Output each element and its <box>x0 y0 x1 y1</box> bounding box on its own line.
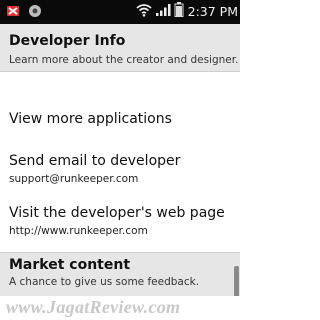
watermark-text: www.JagatReview.com <box>6 297 181 317</box>
market-content-description: A chance to give us some feedback. <box>9 276 200 288</box>
watermark: www.JagatReview.com <box>0 296 240 320</box>
status-bar-left <box>3 3 42 23</box>
wifi-icon <box>136 2 152 21</box>
scrollbar[interactable] <box>234 266 239 298</box>
status-bar-right: 2:37 PM <box>133 2 238 21</box>
send-email-item[interactable]: Send email to developer support@runkeepe… <box>0 150 240 190</box>
send-email-address: support@runkeeper.com <box>9 173 139 185</box>
visit-web-page-url: http://www.runkeeper.com <box>9 225 148 237</box>
status-time: 2:37 PM <box>187 3 238 19</box>
status-bar: 2:37 PM <box>0 0 240 24</box>
battery-icon <box>174 2 184 21</box>
visit-web-page-label: Visit the developer's web page <box>9 205 225 221</box>
visit-web-page-item[interactable]: Visit the developer's web page http://ww… <box>0 202 240 242</box>
market-content-title: Market content <box>9 257 131 273</box>
developer-info-title: Developer Info <box>9 33 126 49</box>
developer-info-description: Learn more about the creator and designe… <box>9 54 239 66</box>
market-content-header: Market content A chance to give us some … <box>0 252 240 296</box>
notification-x-icon <box>6 3 20 23</box>
developer-info-header: Developer Info Learn more about the crea… <box>0 24 240 72</box>
view-more-applications-label: View more applications <box>9 111 172 127</box>
signal-icon <box>155 2 171 21</box>
send-email-label: Send email to developer <box>9 153 181 169</box>
media-icon <box>28 3 42 23</box>
view-more-applications-item[interactable]: View more applications <box>0 108 240 134</box>
